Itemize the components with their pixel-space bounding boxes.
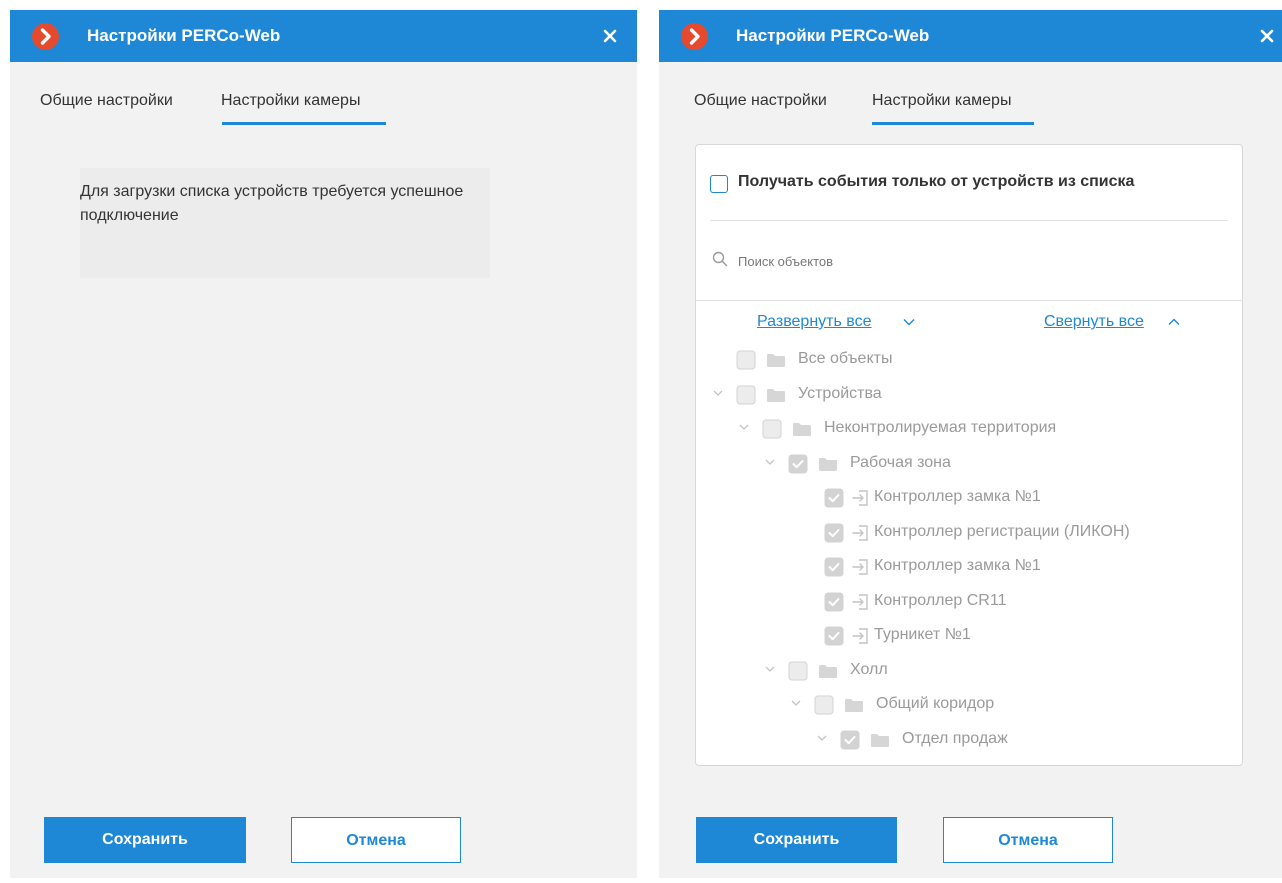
door-entry-icon [852, 559, 868, 575]
tree-item-label: Контроллер регистрации (ЛИКОН) [874, 522, 1130, 540]
checkbox-checked[interactable] [824, 626, 844, 646]
connection-required-message: Для загрузки списка устройств требуется … [80, 183, 464, 224]
chevron-down-icon[interactable] [902, 317, 916, 327]
checkbox-checked[interactable] [840, 730, 860, 750]
tab-camera-settings[interactable]: Настройки камеры [872, 92, 1011, 118]
folder-icon [793, 423, 811, 436]
chevron-down-icon[interactable] [764, 457, 776, 467]
close-icon [603, 29, 617, 43]
chevron-up-icon[interactable] [1167, 317, 1181, 327]
app-logo-icon [681, 23, 708, 50]
cancel-button[interactable]: Отмена [943, 817, 1113, 863]
cancel-button[interactable]: Отмена [291, 817, 461, 863]
app-logo-icon [32, 23, 59, 50]
dialog-title: Настройки PERCo-Web [87, 26, 281, 45]
chevron-down-icon[interactable] [816, 733, 828, 743]
tree-item-label: Неконтролируемая территория [824, 419, 1057, 436]
tree-item-label: Турникет №1 [874, 626, 971, 643]
title-bar: Настройки PERCo-Web [659, 10, 1282, 62]
divider [696, 300, 1242, 301]
folder-icon [845, 699, 863, 712]
checkbox[interactable] [788, 661, 808, 681]
save-button[interactable]: Сохранить [696, 817, 897, 863]
device-list-card: Получать события только от устройств из … [695, 144, 1243, 766]
tree-item-label: Контроллер CR11 [874, 591, 1007, 609]
dialog-title: Настройки PERCo-Web [736, 26, 930, 45]
tree-item-label: Контроллер замка №1 [874, 557, 1041, 574]
checkbox[interactable] [814, 695, 834, 715]
checkbox-checked[interactable] [824, 557, 844, 577]
door-entry-icon [852, 524, 868, 541]
tab-camera-settings[interactable]: Настройки камеры [221, 92, 360, 118]
door-entry-icon [852, 490, 868, 506]
tree-item-label: Устройства [798, 384, 882, 402]
folder-icon [767, 388, 785, 402]
tree-item-label: Контроллер замка №1 [874, 488, 1041, 505]
checkbox-checked[interactable] [788, 454, 808, 474]
tab-general-settings[interactable]: Общие настройки [694, 92, 827, 118]
tree-item-label: Рабочая зона [850, 453, 951, 471]
message-panel: Для загрузки списка устройств требуется … [80, 168, 490, 278]
chevron-down-icon[interactable] [790, 698, 802, 708]
title-bar: Настройки PERCo-Web [10, 10, 637, 62]
chevron-down-icon[interactable] [764, 664, 776, 674]
folder-icon [819, 457, 837, 471]
tree-item-label: Холл [850, 660, 888, 678]
settings-dialog-left: Настройки PERCo-Web Общие настройки Наст… [10, 10, 637, 878]
checkbox[interactable] [736, 350, 756, 370]
only-list-label: Получать события только от устройств из … [738, 173, 1135, 190]
only-list-checkbox[interactable] [710, 175, 728, 193]
tree-item-label: Отдел продаж [902, 729, 1008, 747]
expand-all-link[interactable]: Развернуть все [757, 313, 871, 331]
close-button[interactable] [597, 23, 623, 49]
chevron-down-icon[interactable] [712, 388, 724, 398]
save-button[interactable]: Сохранить [44, 817, 246, 863]
active-tab-indicator [222, 122, 386, 125]
checkbox-checked[interactable] [824, 488, 844, 508]
collapse-all-link[interactable]: Свернуть все [1044, 313, 1144, 331]
checkbox[interactable] [762, 419, 782, 439]
chevron-down-icon[interactable] [738, 422, 750, 432]
tree-item-label: Общий коридор [876, 695, 995, 712]
door-entry-icon [852, 593, 868, 610]
door-entry-icon [852, 628, 868, 644]
checkbox[interactable] [736, 385, 756, 405]
search-icon [712, 251, 728, 267]
tree-item-label: Все объекты [798, 350, 893, 367]
folder-icon [767, 354, 785, 367]
folder-icon [819, 664, 837, 678]
folder-icon [871, 733, 889, 747]
active-tab-indicator [872, 122, 1034, 125]
checkbox-checked[interactable] [824, 592, 844, 612]
close-icon [1260, 29, 1274, 43]
close-button[interactable] [1254, 23, 1280, 49]
search-input[interactable] [736, 249, 1220, 273]
checkbox-checked[interactable] [824, 523, 844, 543]
tab-general-settings[interactable]: Общие настройки [40, 92, 173, 118]
divider [710, 220, 1228, 221]
settings-dialog-right: Настройки PERCo-Web Общие настройки Наст… [659, 10, 1282, 878]
